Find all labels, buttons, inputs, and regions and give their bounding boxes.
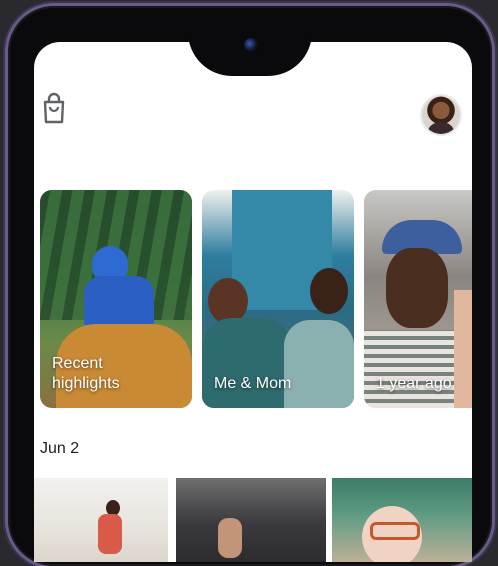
person2-head-shape	[310, 268, 348, 314]
avatar-shoulder	[428, 122, 454, 134]
person2-body-shape	[284, 320, 354, 408]
highlight-card-recent[interactable]: Recent highlights	[40, 190, 192, 408]
person-shape	[218, 518, 242, 558]
shopping-bag-icon[interactable]	[40, 92, 68, 124]
highlight-card-year-ago[interactable]: 1 year ago	[364, 190, 472, 408]
person-body-shape	[98, 514, 122, 554]
photo-grid	[34, 478, 472, 562]
glasses-shape	[370, 522, 420, 540]
highlight-label: Recent highlights	[52, 355, 120, 392]
highlight-label: 1 year ago	[376, 375, 452, 392]
second-face-shape	[454, 290, 472, 408]
highlight-card-me-and-mom[interactable]: Me & Mom	[202, 190, 354, 408]
shirt-shape	[364, 330, 464, 408]
photo-thumbnail[interactable]	[332, 478, 472, 562]
app-screen: Recent highlights Me & Mom 1 year ago Ju…	[34, 42, 472, 562]
highlights-carousel: Recent highlights Me & Mom 1 year ago	[40, 190, 472, 410]
photo-thumbnail[interactable]	[176, 478, 326, 562]
face-shape	[386, 248, 448, 328]
person1-body-shape	[202, 318, 292, 408]
date-heading: Jun 2	[40, 440, 80, 457]
photo-thumbnail[interactable]	[34, 478, 168, 562]
account-avatar[interactable]	[422, 96, 460, 134]
front-camera	[244, 38, 258, 52]
highlight-label: Me & Mom	[214, 375, 292, 392]
